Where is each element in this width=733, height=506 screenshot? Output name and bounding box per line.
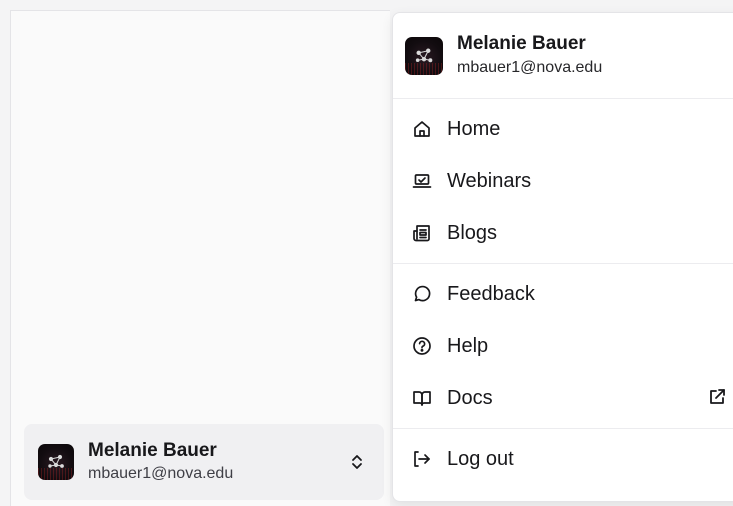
menu-item-label: Docs bbox=[447, 386, 493, 409]
user-dropdown-menu: Melanie Bauer mbauer1@nova.edu Home Webi… bbox=[392, 12, 733, 502]
avatar-logo-icon bbox=[48, 454, 64, 468]
menu-item-label: Help bbox=[447, 334, 489, 357]
menu-group-support: Feedback Help Docs bbox=[393, 264, 733, 429]
avatar-logo-icon bbox=[415, 48, 433, 62]
menu-user-name: Melanie Bauer bbox=[457, 33, 586, 54]
user-name: Melanie Bauer bbox=[88, 440, 217, 461]
laptop-icon bbox=[411, 170, 433, 192]
menu-item-feedback[interactable]: Feedback bbox=[393, 268, 733, 320]
menu-item-log-out[interactable]: Log out bbox=[393, 433, 733, 485]
menu-item-help[interactable]: Help bbox=[393, 320, 733, 372]
menu-item-webinars[interactable]: Webinars bbox=[393, 155, 733, 207]
help-circle-icon bbox=[411, 335, 433, 357]
menu-item-label: Log out bbox=[447, 447, 514, 470]
menu-item-home[interactable]: Home bbox=[393, 103, 733, 155]
menu-item-label: Blogs bbox=[447, 221, 498, 244]
log-out-icon bbox=[411, 448, 433, 470]
external-link-icon bbox=[710, 389, 725, 404]
menu-item-label: Feedback bbox=[447, 282, 535, 305]
menu-header: Melanie Bauer mbauer1@nova.edu bbox=[393, 13, 733, 99]
menu-item-label: Home bbox=[447, 117, 501, 140]
home-icon bbox=[411, 118, 433, 140]
user-email: mbauer1@nova.edu bbox=[88, 465, 234, 482]
menu-group-session: Log out bbox=[393, 429, 733, 489]
newspaper-icon bbox=[411, 222, 433, 244]
avatar bbox=[38, 444, 74, 480]
menu-item-blogs[interactable]: Blogs bbox=[393, 207, 733, 259]
menu-user-email: mbauer1@nova.edu bbox=[457, 59, 603, 76]
message-circle-icon bbox=[411, 283, 433, 305]
menu-item-docs[interactable]: Docs bbox=[393, 372, 733, 424]
menu-group-navigation: Home Webinars Blogs bbox=[393, 99, 733, 264]
user-switcher-button[interactable]: Melanie Bauer mbauer1@nova.edu bbox=[24, 424, 384, 500]
menu-item-label: Webinars bbox=[447, 169, 532, 192]
chevrons-up-down-icon bbox=[352, 455, 362, 469]
menu-avatar bbox=[405, 36, 443, 75]
book-open-icon bbox=[411, 387, 433, 409]
